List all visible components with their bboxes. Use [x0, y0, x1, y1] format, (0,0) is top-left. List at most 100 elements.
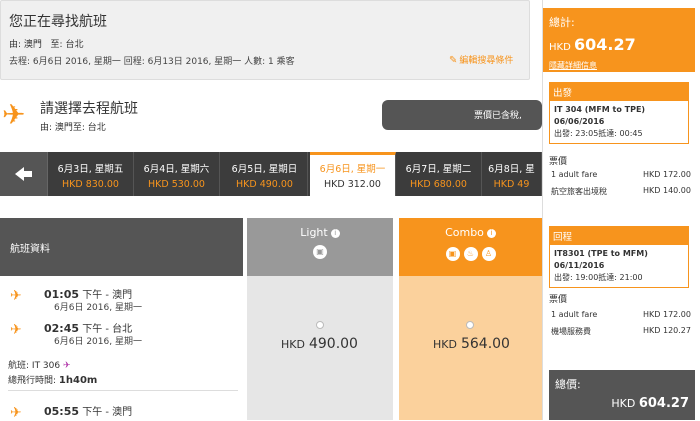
tax-name: 機場服務費 — [551, 327, 591, 336]
flight-duration: 總飛行時間: 1h40m — [8, 373, 97, 386]
seat-icon: ♙ — [481, 247, 496, 261]
date-tab-date: 6月6日, 星期一 — [319, 164, 386, 175]
search-title: 您正在尋找航班 — [9, 14, 107, 30]
baggage-icon: ▣ — [313, 245, 327, 259]
duration-label: 總飛行時間: — [8, 376, 57, 386]
combo-fare-column: Combo i ▣ ♨ ♙ — [399, 218, 542, 420]
tax-line: 機場服務費 HKD 120.27 — [551, 326, 691, 337]
outbound-header: 出發 — [549, 82, 689, 100]
combo-icons: ▣ ♨ ♙ — [399, 245, 542, 261]
date-tab[interactable]: 6月3日, 星期五 HKD 830.00 — [48, 152, 134, 196]
fare-line: 1 adult fare HKD 172.00 — [551, 310, 691, 319]
fare-name: 1 adult fare — [551, 170, 598, 179]
meal-icon: ♨ — [463, 247, 478, 261]
flight-details: ✈ 01:05 下午 - 澳門 6月6日 2016, 星期一 ✈ 02:45 下… — [0, 278, 243, 421]
date-tab-selected[interactable]: 6月6日, 星期一 HKD 312.00 — [310, 152, 396, 196]
return-flight: IT8301 (TPE to MFM) — [554, 249, 648, 258]
date-tab-price: HKD 530.00 — [148, 179, 205, 190]
fare-name: 1 adult fare — [551, 310, 598, 319]
combo-fare-radio[interactable] — [466, 321, 474, 329]
to-city: 台北 — [65, 40, 84, 50]
light-fare-price: HKD 490.00 — [281, 336, 358, 352]
total-currency: HKD — [549, 42, 571, 53]
date-tab[interactable]: 6月8日, 星 HKD 49 — [482, 152, 542, 196]
pencil-icon: ✎ — [449, 55, 458, 66]
return-times: 出發: 19:00抵達: 21:00 — [554, 273, 643, 282]
return-flight-box: IT8301 (TPE to MFM) 06/11/2016 出發: 19:00… — [549, 244, 689, 288]
grand-total-box: 總價: HKD 604.27 — [549, 370, 695, 420]
date-tab[interactable]: 6月4日, 星期六 HKD 530.00 — [134, 152, 220, 196]
outbound-times: 出發: 23:05抵達: 00:45 — [554, 129, 643, 138]
total-amount: HKD 604.27 — [549, 35, 695, 54]
flight-number-label: 航班: — [8, 361, 30, 371]
date-tab[interactable]: 6月5日, 星期日 HKD 490.00 — [222, 152, 308, 196]
combo-fare-header: Combo i ▣ ♨ ♙ — [399, 218, 542, 276]
tax-value: HKD 140.00 — [643, 186, 691, 195]
date-tab-price: HKD 490.00 — [236, 179, 293, 190]
search-route: 由: 澳門 至: 台北 — [9, 37, 83, 50]
fare-label: 票價 — [549, 157, 568, 167]
currency-label: HKD — [433, 338, 457, 351]
dep-place: 下午 - 澳門 — [82, 407, 133, 418]
price-value: 490.00 — [308, 336, 358, 352]
light-fare-title: Light — [300, 226, 328, 239]
grand-total-label: 總價: — [555, 378, 581, 391]
grand-currency: HKD — [611, 397, 636, 410]
airline-plane-icon: ✈ — [63, 361, 71, 371]
date-selector-bar: 6月3日, 星期五 HKD 830.00 6月4日, 星期六 HKD 530.00 … — [0, 152, 542, 196]
duration-value: 1h40m — [58, 375, 98, 386]
tax-line: 航空旅客出境稅 HKD 140.00 — [551, 186, 691, 197]
date-tab-price: HKD 680.00 — [410, 179, 467, 190]
grand-value: 604.27 — [638, 396, 689, 411]
outbound-flight: IT 304 (MFM to TPE) — [554, 105, 646, 114]
edit-search-label: 編輯搜尋條件 — [459, 56, 514, 66]
flight-number-value: IT 306 — [31, 361, 61, 371]
flight-number: 航班: IT 306 ✈ — [8, 358, 71, 371]
flight-info-header: 航班資料 — [0, 218, 243, 276]
departure-date: 6月6日 2016, 星期一 — [54, 303, 142, 313]
date-tab-date: 6月5日, 星期日 — [231, 164, 298, 175]
return-date: 06/11/2016 — [554, 261, 605, 270]
combo-fare-price: HKD 564.00 — [433, 336, 510, 352]
total-box: 總計: HKD 604.27 隱藏詳細信息 — [543, 8, 695, 72]
arrival-date: 6月6日 2016, 星期一 — [54, 337, 142, 347]
booking-summary-sidebar: 總計: HKD 604.27 隱藏詳細信息 出發 IT 304 (MFM to … — [542, 0, 700, 420]
return-header: 回程 — [549, 226, 689, 244]
fare-note: 票價已含稅, — [382, 100, 542, 130]
date-tab-price: HKD 830.00 — [62, 179, 119, 190]
date-tab-date: 6月4日, 星期六 — [143, 164, 210, 175]
arrow-left-stem — [24, 171, 32, 177]
light-fare-radio[interactable] — [316, 321, 324, 329]
total-value: 604.27 — [573, 35, 636, 54]
outbound-flight-box: IT 304 (MFM to TPE) 06/06/2016 出發: 23:05… — [549, 100, 689, 144]
landing-icon: ✈ — [10, 322, 22, 338]
currency-label: HKD — [281, 338, 305, 351]
baggage-icon: ▣ — [445, 247, 460, 261]
price-value: 564.00 — [460, 336, 510, 352]
from-city: 澳門 — [23, 40, 42, 50]
date-tab-date: 6月8日, 星 — [488, 164, 535, 175]
info-icon[interactable]: i — [486, 228, 496, 238]
plane-icon: ✈ — [2, 98, 26, 131]
departure-time: 01:05 下午 - 澳門 — [44, 286, 132, 301]
tax-value: HKD 120.27 — [643, 326, 691, 335]
takeoff-icon: ✈ — [10, 405, 22, 421]
date-tab-price: HKD 49 — [493, 179, 530, 190]
light-fare-header: Light i ▣ — [247, 218, 393, 276]
edit-search-link[interactable]: ✎ 編輯搜尋條件 — [449, 53, 513, 66]
date-tab-date: 6月3日, 星期五 — [57, 164, 124, 175]
hide-details-link[interactable]: 隱藏詳細信息 — [549, 60, 695, 71]
arrow-left-icon — [15, 167, 24, 181]
info-icon[interactable]: i — [330, 228, 340, 238]
departure-time: 05:55 下午 - 澳門 — [44, 403, 132, 418]
to-label: 至: — [50, 40, 63, 50]
total-label: 總計: — [549, 16, 575, 29]
arrival-time: 02:45 下午 - 台北 — [44, 320, 132, 335]
takeoff-icon: ✈ — [10, 288, 22, 304]
date-tab[interactable]: 6月7日, 星期二 HKD 680.00 — [396, 152, 482, 196]
fare-value: HKD 172.00 — [643, 310, 691, 319]
prev-dates-button[interactable] — [0, 152, 48, 196]
combo-fare-title: Combo — [445, 226, 484, 239]
fare-line: 1 adult fare HKD 172.00 — [551, 170, 691, 179]
fare-label: 票價 — [549, 295, 568, 305]
